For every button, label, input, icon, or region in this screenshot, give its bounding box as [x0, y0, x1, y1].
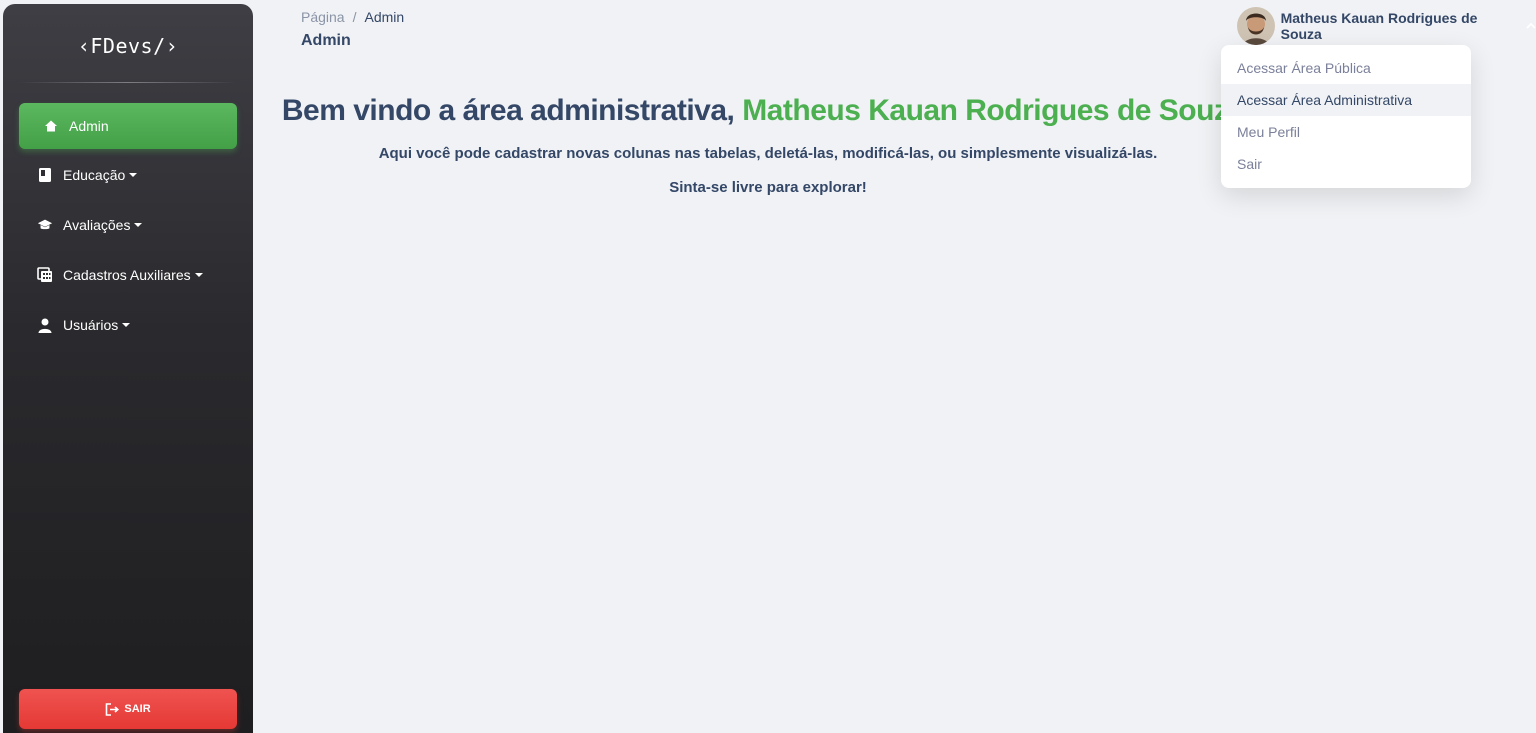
- user-icon: [37, 317, 53, 333]
- chevron-down-icon: [129, 173, 138, 177]
- calculator-icon: [37, 267, 53, 283]
- chevron-up-icon: [1526, 22, 1536, 29]
- page-title: Admin: [301, 32, 351, 49]
- sidebar-item-avaliacoes[interactable]: Avaliações: [19, 202, 237, 248]
- breadcrumb-root[interactable]: Página: [301, 9, 345, 25]
- menu-item-area-publica[interactable]: Acessar Área Pública: [1221, 52, 1471, 84]
- breadcrumb-current: Admin: [364, 9, 405, 25]
- graduation-cap-icon: [37, 217, 53, 233]
- chevron-down-icon: [194, 273, 203, 277]
- breadcrumb-separator: /: [352, 9, 357, 25]
- sidebar-item-cadastros-auxiliares[interactable]: Cadastros Auxiliares: [19, 252, 237, 298]
- sidebar-item-label: Avaliações: [63, 217, 131, 233]
- avatar: [1237, 7, 1275, 45]
- user-dropdown-menu: Acessar Área Pública Acessar Área Admini…: [1221, 45, 1471, 188]
- sidebar-item-usuarios[interactable]: Usuários: [19, 302, 237, 348]
- breadcrumb: Página / Admin: [301, 9, 404, 25]
- logout-icon: [106, 702, 120, 716]
- menu-item-area-administrativa[interactable]: Acessar Área Administrativa: [1221, 84, 1471, 116]
- user-menu-toggle[interactable]: Matheus Kauan Rodrigues de Souza: [1237, 7, 1536, 45]
- sidebar-item-label: Usuários: [63, 317, 119, 333]
- menu-item-sair[interactable]: Sair: [1221, 148, 1471, 180]
- chevron-down-icon: [134, 223, 143, 227]
- logout-button[interactable]: SAIR: [19, 689, 237, 729]
- welcome-user-name: Matheus Kauan Rodrigues de Souza!: [742, 94, 1255, 127]
- logout-label: SAIR: [124, 703, 151, 715]
- menu-item-meu-perfil[interactable]: Meu Perfil: [1221, 116, 1471, 148]
- sidebar-divider: [19, 82, 237, 83]
- welcome-prefix: Bem vindo a área administrativa,: [281, 94, 743, 127]
- sidebar-item-label: Cadastros Auxiliares: [63, 267, 191, 283]
- user-name: Matheus Kauan Rodrigues de Souza: [1280, 10, 1478, 42]
- app-logo[interactable]: ‹FDevs/›: [3, 34, 253, 58]
- chevron-down-icon: [122, 323, 131, 327]
